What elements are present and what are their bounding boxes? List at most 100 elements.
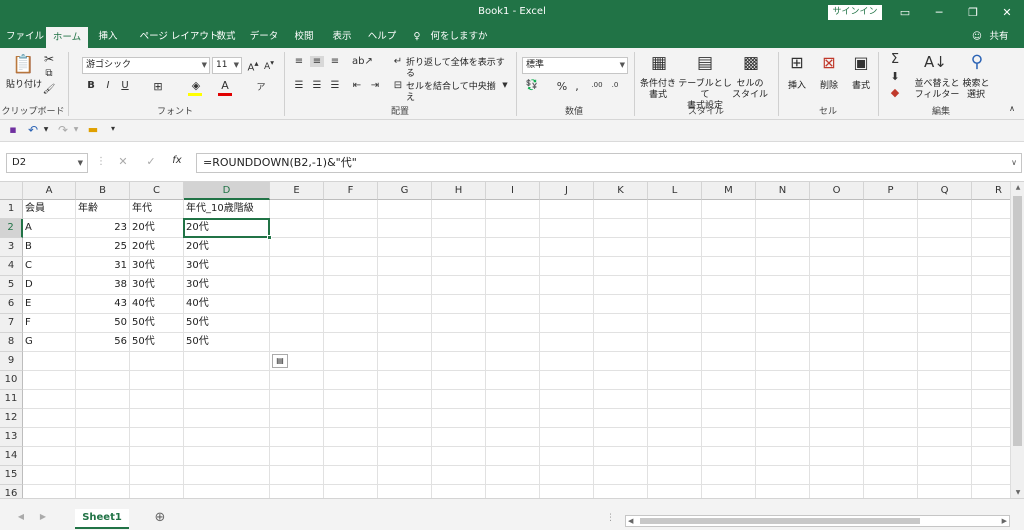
cell-j5[interactable] [540,276,594,295]
cell-a3[interactable]: B [23,238,76,257]
cell-o12[interactable] [810,409,864,428]
cell-l16[interactable] [648,485,702,498]
cell-i10[interactable] [486,371,540,390]
cell-g11[interactable] [378,390,432,409]
cell-h10[interactable] [432,371,486,390]
cell-i6[interactable] [486,295,540,314]
merge-center-button[interactable]: セルを結合して中央揃え [406,82,502,104]
cell-q16[interactable] [918,485,972,498]
cell-o5[interactable] [810,276,864,295]
row-header-7[interactable]: 7 [0,314,23,333]
column-header-g[interactable]: G [378,182,432,200]
sign-in-button[interactable]: サインイン [828,5,882,20]
cell-j10[interactable] [540,371,594,390]
restore-icon[interactable]: ❐ [958,3,988,23]
cell-i14[interactable] [486,447,540,466]
cell-h2[interactable] [432,219,486,238]
cell-a9[interactable] [23,352,76,371]
column-header-f[interactable]: F [324,182,378,200]
cell-o7[interactable] [810,314,864,333]
cell-e11[interactable] [270,390,324,409]
format-cells-icon[interactable]: ▣ [850,53,872,75]
cell-e15[interactable] [270,466,324,485]
cell-q11[interactable] [918,390,972,409]
row-header-12[interactable]: 12 [0,409,23,428]
cell-d12[interactable] [184,409,270,428]
cell-h11[interactable] [432,390,486,409]
align-top-icon[interactable]: ≡ [292,56,306,67]
tab-formulas[interactable]: 数式 [208,26,244,48]
decrease-indent-icon[interactable]: ⇤ [350,80,364,91]
column-header-q[interactable]: Q [918,182,972,200]
row-header-4[interactable]: 4 [0,257,23,276]
chevron-down-icon[interactable]: ▼ [500,81,510,89]
cell-o8[interactable] [810,333,864,352]
cell-d7[interactable]: 50代 [184,314,270,333]
column-header-b[interactable]: B [76,182,130,200]
cell-f9[interactable] [324,352,378,371]
grow-font-icon[interactable]: A▴ [246,58,260,73]
cell-n5[interactable] [756,276,810,295]
column-header-p[interactable]: P [864,182,918,200]
search-icon[interactable]: ⚲ [966,52,988,74]
cell-b8[interactable]: 56 [76,333,130,352]
vertical-scroll-thumb[interactable] [1013,196,1022,446]
cell-h1[interactable] [432,200,486,219]
cell-m1[interactable] [702,200,756,219]
cell-k5[interactable] [594,276,648,295]
cell-k10[interactable] [594,371,648,390]
shrink-font-icon[interactable]: A▾ [262,58,276,72]
cell-j2[interactable] [540,219,594,238]
cell-c14[interactable] [130,447,184,466]
cell-l5[interactable] [648,276,702,295]
cell-r9[interactable] [972,352,1010,371]
scroll-right-icon[interactable]: ▶ [38,512,48,521]
cell-c8[interactable]: 50代 [130,333,184,352]
cell-i9[interactable] [486,352,540,371]
cell-k14[interactable] [594,447,648,466]
bold-icon[interactable]: B [84,80,98,91]
cell-r5[interactable] [972,276,1010,295]
cell-q4[interactable] [918,257,972,276]
cell-b9[interactable] [76,352,130,371]
cell-o6[interactable] [810,295,864,314]
cell-c4[interactable]: 30代 [130,257,184,276]
cell-i12[interactable] [486,409,540,428]
cell-r2[interactable] [972,219,1010,238]
cell-i7[interactable] [486,314,540,333]
cell-e8[interactable] [270,333,324,352]
cell-h4[interactable] [432,257,486,276]
cell-m8[interactable] [702,333,756,352]
ribbon-display-icon[interactable]: ▭ [890,3,920,23]
cell-p1[interactable] [864,200,918,219]
cell-c12[interactable] [130,409,184,428]
cell-f8[interactable] [324,333,378,352]
cell-g4[interactable] [378,257,432,276]
cell-h7[interactable] [432,314,486,333]
cell-p16[interactable] [864,485,918,498]
cell-a14[interactable] [23,447,76,466]
cell-q14[interactable] [918,447,972,466]
cell-g13[interactable] [378,428,432,447]
tab-review[interactable]: 校閲 [286,26,322,48]
cell-k4[interactable] [594,257,648,276]
cell-c6[interactable]: 40代 [130,295,184,314]
cell-c11[interactable] [130,390,184,409]
cell-b4[interactable]: 31 [76,257,130,276]
cell-e13[interactable] [270,428,324,447]
cell-b13[interactable] [76,428,130,447]
cell-j8[interactable] [540,333,594,352]
cell-l8[interactable] [648,333,702,352]
insert-cells-icon[interactable]: ⊞ [786,53,808,75]
cell-n15[interactable] [756,466,810,485]
cell-r6[interactable] [972,295,1010,314]
column-header-o[interactable]: O [810,182,864,200]
cell-n9[interactable] [756,352,810,371]
cell-l12[interactable] [648,409,702,428]
tab-home[interactable]: ホーム [46,27,88,48]
cell-k3[interactable] [594,238,648,257]
customize-qat-icon[interactable]: ▾ [108,124,118,133]
cell-o9[interactable] [810,352,864,371]
cell-d13[interactable] [184,428,270,447]
cell-a8[interactable]: G [23,333,76,352]
